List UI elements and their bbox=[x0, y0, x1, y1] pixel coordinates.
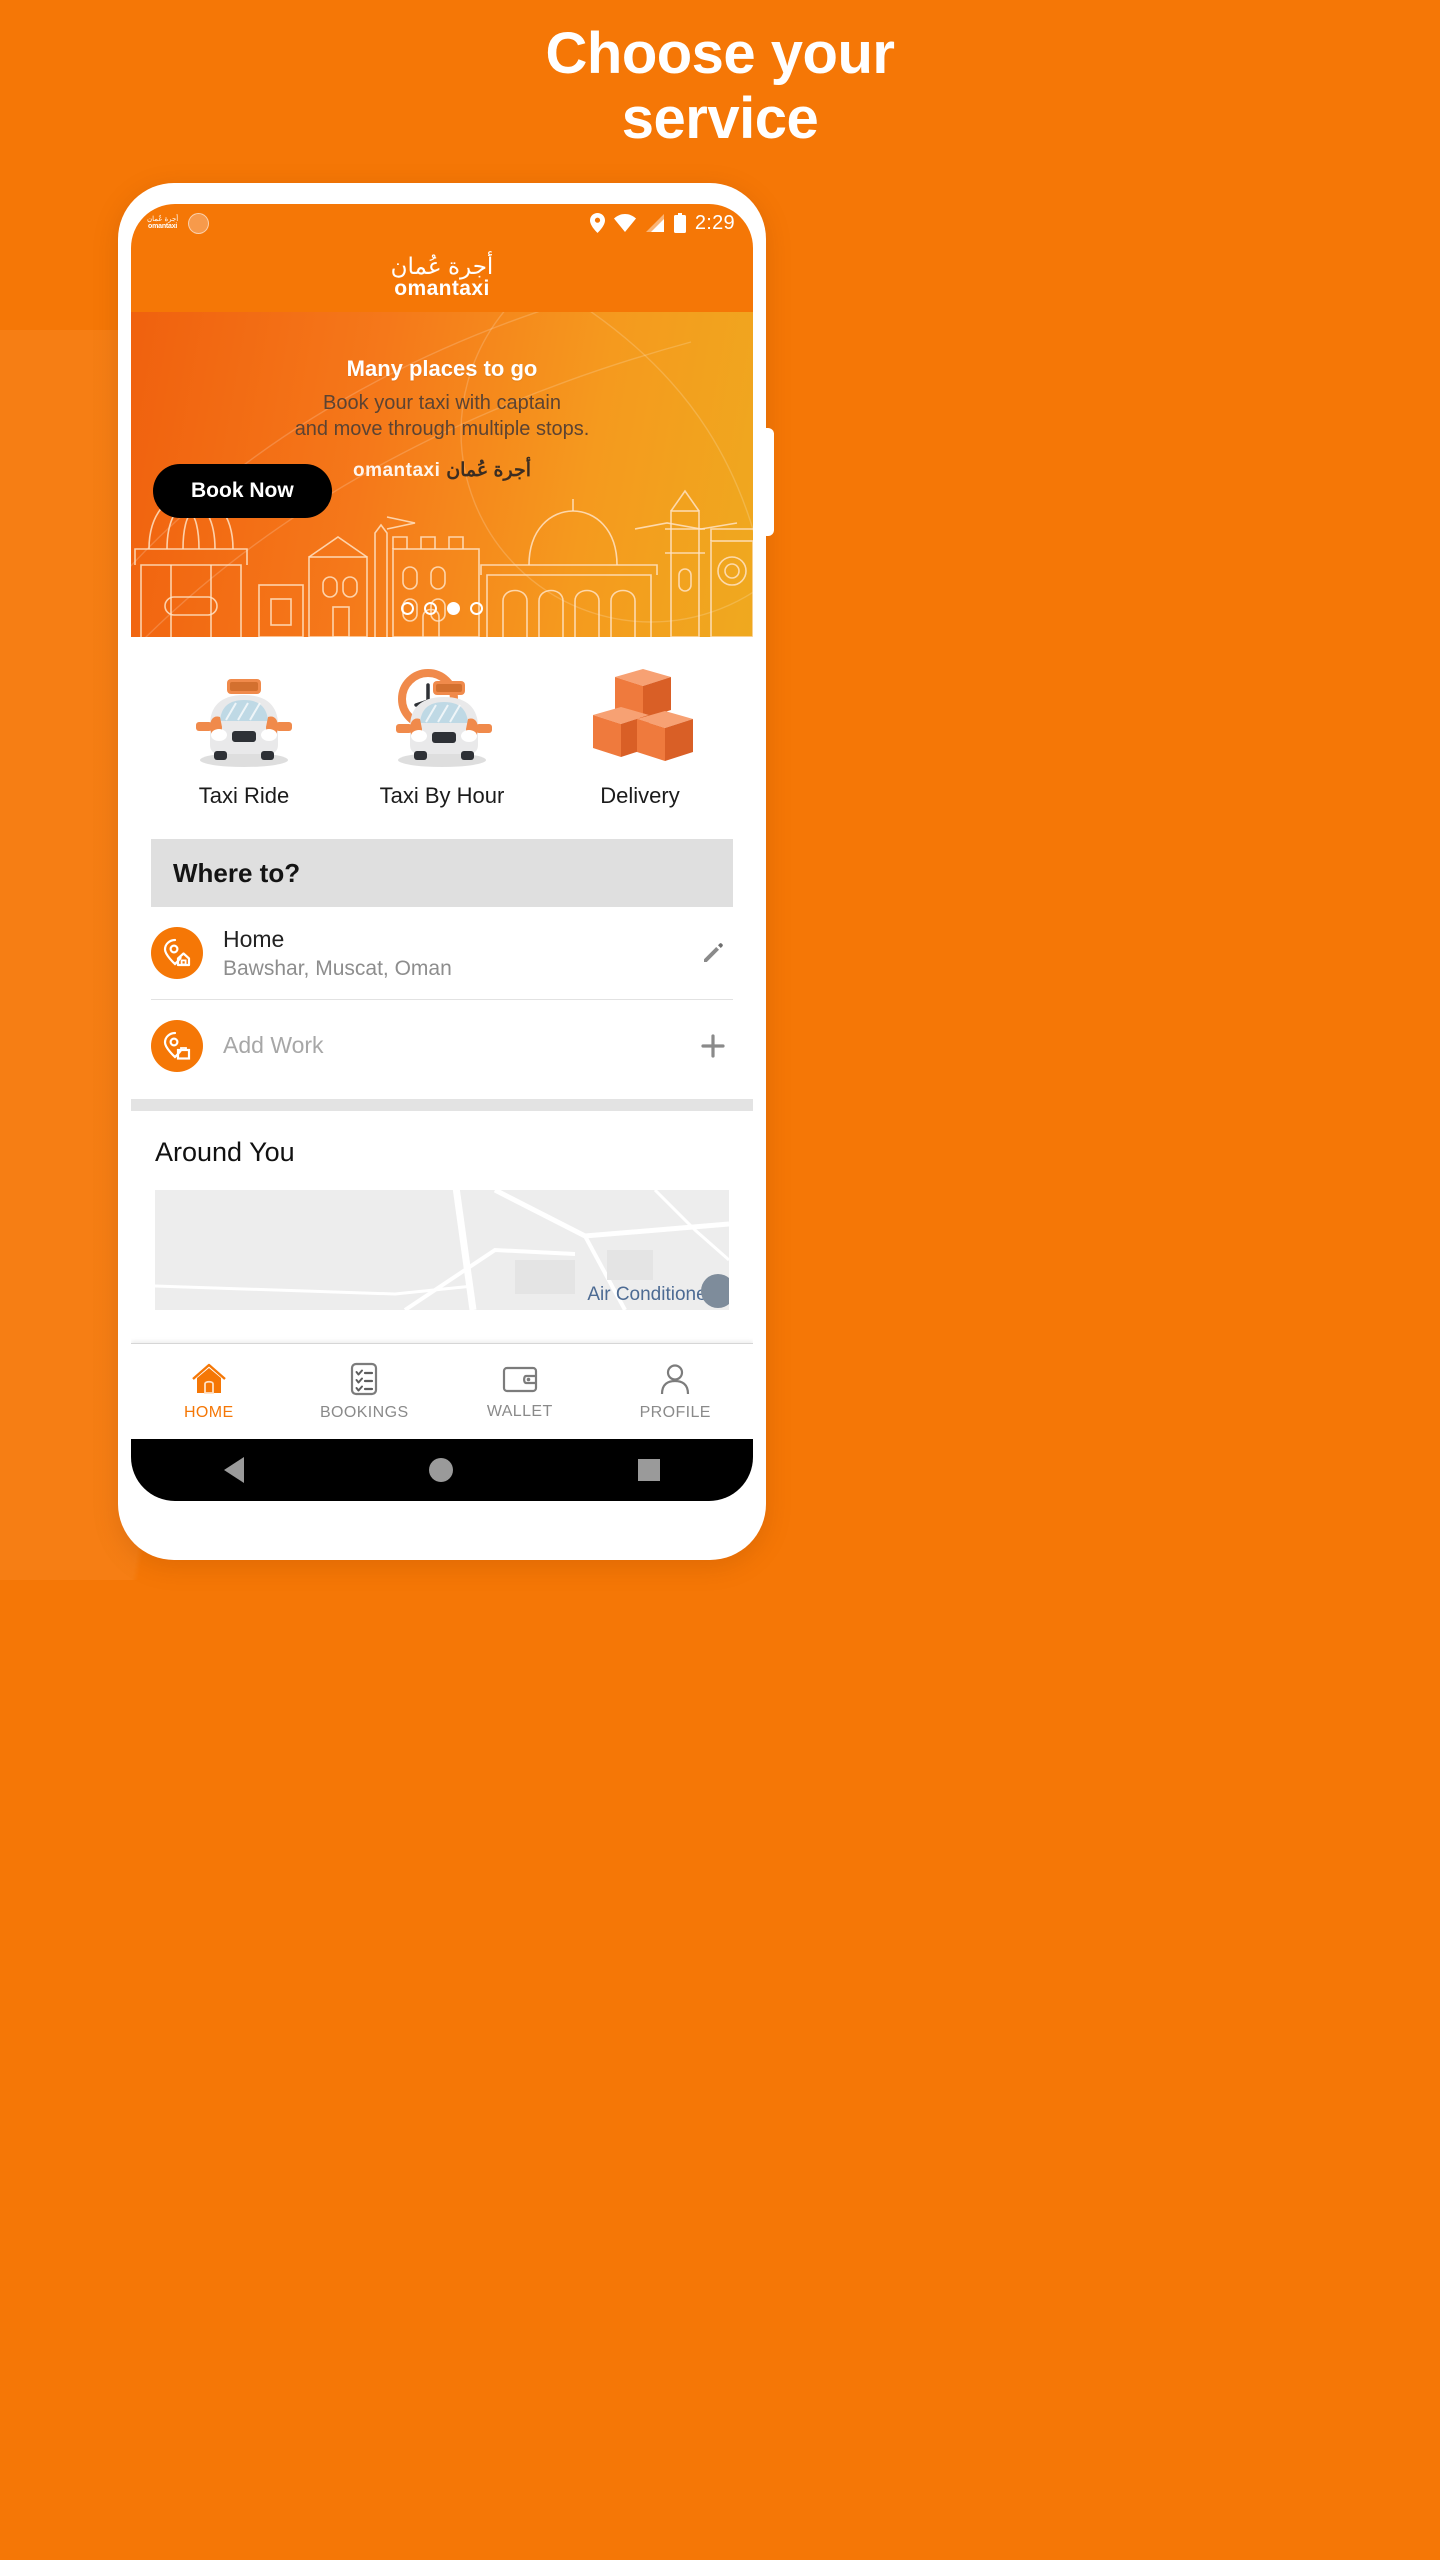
phone-mockup: أجرة عُمان omantaxi 2:29 أجرة عُمان oman… bbox=[118, 183, 774, 1560]
book-now-button[interactable]: Book Now bbox=[153, 464, 332, 518]
map-poi-marker-icon[interactable] bbox=[701, 1274, 729, 1308]
status-bar-left: أجرة عُمان omantaxi bbox=[147, 212, 210, 234]
phone-screen: أجرة عُمان omantaxi 2:29 أجرة عُمان oman… bbox=[131, 204, 753, 1501]
banner-watermark-english: omantaxi bbox=[352, 459, 441, 481]
android-system-bar bbox=[131, 1439, 753, 1501]
signal-icon bbox=[645, 214, 664, 232]
service-delivery[interactable]: Delivery bbox=[541, 661, 739, 809]
nav-item-wallet[interactable]: WALLET bbox=[442, 1363, 598, 1421]
nav-label: WALLET bbox=[486, 1402, 553, 1420]
wallet-icon bbox=[502, 1366, 537, 1392]
app-header: أجرة عُمان omantaxi bbox=[131, 242, 753, 312]
status-bar: أجرة عُمان omantaxi 2:29 bbox=[131, 204, 753, 242]
around-you-title: Around You bbox=[155, 1137, 295, 1167]
service-taxi-by-hour[interactable]: Taxi By Hour bbox=[343, 661, 541, 809]
taxi-car-icon bbox=[180, 661, 308, 769]
nav-label: PROFILE bbox=[639, 1403, 711, 1421]
location-pin-icon bbox=[589, 213, 605, 233]
promo-banner-carousel[interactable]: Many places to go Book your taxi with ca… bbox=[131, 312, 753, 637]
page-title: Choose your service bbox=[0, 21, 1440, 152]
address-text: Home Bawshar, Muscat, Oman bbox=[223, 925, 693, 981]
phone-side-button bbox=[764, 428, 774, 536]
parcel-boxes-icon bbox=[581, 661, 699, 769]
service-label: Taxi By Hour bbox=[379, 783, 505, 808]
carousel-dot-active[interactable] bbox=[447, 602, 460, 615]
nav-label: BOOKINGS bbox=[319, 1403, 409, 1421]
address-title: Home bbox=[223, 926, 285, 953]
service-taxi-ride[interactable]: Taxi Ride bbox=[145, 661, 343, 809]
service-label: Delivery bbox=[600, 783, 680, 808]
edit-pencil-icon[interactable] bbox=[693, 941, 733, 965]
battery-icon bbox=[673, 213, 686, 233]
status-logo-arabic: أجرة عُمان bbox=[147, 216, 179, 223]
list-item-add-work[interactable]: Add Work bbox=[151, 999, 733, 1091]
around-you-section: Around You Air Conditioner bbox=[131, 1111, 753, 1343]
work-pin-icon bbox=[151, 1019, 203, 1072]
recents-square-icon[interactable] bbox=[638, 1459, 661, 1481]
taxi-clock-icon bbox=[378, 661, 506, 769]
carousel-dots[interactable] bbox=[131, 602, 753, 615]
home-pin-icon bbox=[151, 927, 203, 979]
checklist-icon bbox=[351, 1362, 378, 1395]
banner-text-block: Many places to go Book your taxi with ca… bbox=[131, 312, 753, 443]
nav-item-profile[interactable]: PROFILE bbox=[598, 1362, 754, 1422]
banner-subtitle-line-1: Book your taxi with captain bbox=[323, 392, 561, 414]
home-icon bbox=[191, 1363, 226, 1394]
banner-subtitle: Book your taxi with captain and move thr… bbox=[131, 390, 753, 443]
services-row: Taxi Ride Taxi By Hour Delivery bbox=[131, 637, 753, 833]
address-title: Add Work bbox=[223, 1032, 324, 1059]
banner-watermark-arabic: أجرة عُمان bbox=[446, 459, 531, 481]
saved-addresses-list: Home Bawshar, Muscat, Oman Add Work bbox=[131, 907, 753, 1091]
person-icon bbox=[661, 1363, 690, 1394]
app-logo-arabic: أجرة عُمان bbox=[390, 252, 494, 279]
home-circle-icon[interactable] bbox=[428, 1458, 453, 1482]
list-item-home[interactable]: Home Bawshar, Muscat, Oman bbox=[151, 907, 733, 999]
address-subtitle: Bawshar, Muscat, Oman bbox=[223, 956, 452, 980]
bottom-navigation: HOME BOOKINGS WALLET PROFILE bbox=[131, 1343, 753, 1439]
headline-line-1: Choose your bbox=[545, 21, 896, 86]
status-bar-clock: 2:29 bbox=[694, 211, 735, 234]
status-logo-english: omantaxi bbox=[148, 223, 178, 230]
app-logo-english: omantaxi bbox=[394, 277, 490, 301]
banner-title: Many places to go bbox=[346, 356, 538, 381]
nearby-map[interactable]: Air Conditioner bbox=[155, 1190, 729, 1310]
notification-dot-icon bbox=[188, 212, 210, 234]
headline-line-2: service bbox=[621, 85, 819, 151]
carousel-dot[interactable] bbox=[401, 602, 414, 615]
nav-label: HOME bbox=[183, 1403, 234, 1421]
banner-subtitle-line-2: and move through multiple stops. bbox=[294, 418, 590, 441]
map-poi-label: Air Conditioner bbox=[587, 1284, 713, 1305]
back-triangle-icon[interactable] bbox=[223, 1457, 244, 1483]
where-to-input[interactable]: Where to? bbox=[151, 839, 733, 907]
nav-item-home[interactable]: HOME bbox=[131, 1362, 287, 1422]
carousel-dot[interactable] bbox=[470, 602, 483, 615]
status-bar-right: 2:29 bbox=[589, 211, 735, 235]
service-label: Taxi Ride bbox=[198, 783, 290, 808]
status-bar-app-logo: أجرة عُمان omantaxi bbox=[147, 216, 178, 230]
plus-icon[interactable] bbox=[693, 1033, 733, 1059]
wifi-icon bbox=[613, 214, 636, 232]
carousel-dot[interactable] bbox=[424, 602, 437, 615]
section-divider bbox=[131, 1099, 753, 1111]
nav-item-bookings[interactable]: BOOKINGS bbox=[287, 1362, 443, 1422]
address-text: Add Work bbox=[223, 1031, 693, 1060]
